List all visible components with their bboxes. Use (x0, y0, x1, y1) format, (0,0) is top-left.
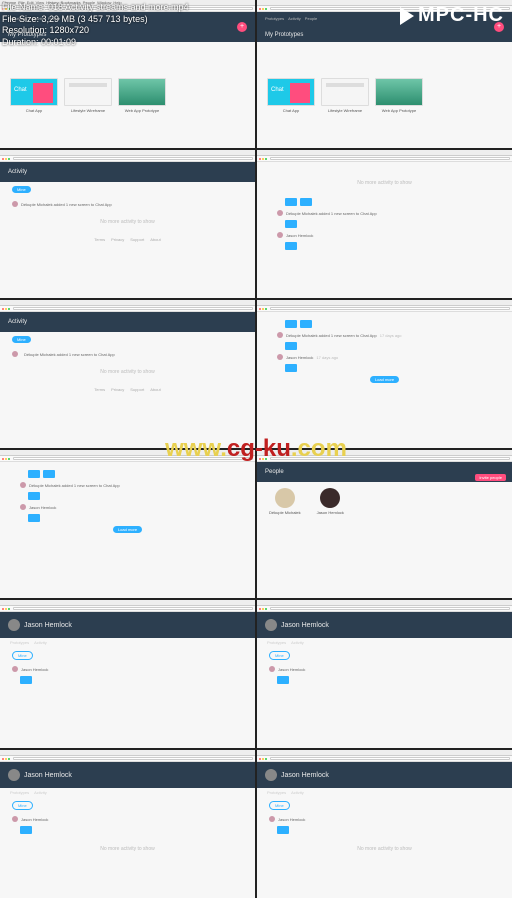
avatar-icon (12, 201, 18, 207)
avatar-icon (320, 488, 340, 508)
avatar-icon (275, 488, 295, 508)
prototype-card[interactable]: Lifestyle Wireframe (64, 78, 112, 113)
profile-name: Jason Hemlock (281, 622, 329, 629)
overlay-filesize: File Size: 3,29 MB (3 457 713 bytes) (2, 14, 189, 26)
thumb-profile-1[interactable]: Jason Hemlock Prototypes Activity Mine J… (0, 600, 255, 748)
avatar-icon (8, 769, 20, 781)
overlay-resolution: Resolution: 1280x720 (2, 25, 189, 37)
avatar-icon (8, 619, 20, 631)
thumb-profile-3[interactable]: Jason Hemlock Prototypes Activity Mine J… (0, 750, 255, 898)
thumb-activity-1[interactable]: Activity Mine Dékuple Michałek added 1 n… (0, 150, 255, 298)
overlay-filename: File Name: 018 Activity streams and more… (2, 2, 189, 14)
overlay-duration: Duration: 00:01:09 (2, 37, 189, 49)
play-icon (400, 7, 414, 25)
thumbnail-grid: Chrome File Edit View History Bookmarks … (0, 0, 512, 898)
thumb-activity-3[interactable]: Activity Mine Dékuple Michałek added 1 n… (0, 300, 255, 448)
avatar-icon (265, 619, 277, 631)
person-card[interactable]: Jason Hemlock (317, 488, 344, 515)
prototypes-row: Chat Chat App Lifestyle Wireframe Web Ap… (0, 42, 255, 148)
video-overlay-info: File Name: 018 Activity streams and more… (2, 2, 189, 49)
prototype-card[interactable]: Lifestyle Wireframe (321, 78, 369, 113)
player-logo: MPC-HC (400, 4, 504, 27)
prototype-card[interactable]: Web App Prototype (375, 78, 423, 113)
prototype-card[interactable]: Chat Chat App (267, 78, 315, 113)
load-more-button[interactable]: Load more (370, 376, 399, 383)
activity-text: Dékuple Michałek added 1 new screen to C… (21, 202, 112, 207)
empty-state: No more activity to show (12, 219, 243, 225)
prototype-thumbnail: Chat (10, 78, 58, 106)
thumb-activity-2[interactable]: No more activity to show Dékuple Michałe… (257, 150, 512, 298)
filter-button[interactable]: Mine (12, 336, 31, 343)
player-logo-text: MPC-HC (418, 4, 504, 27)
prototype-card[interactable]: Web App Prototype (118, 78, 166, 113)
invite-button[interactable]: Invite people (475, 474, 506, 481)
thumb-activity-5[interactable]: Dékuple Michałek added 1 new screen to C… (0, 450, 255, 598)
add-prototype-button[interactable]: + (237, 22, 247, 32)
filter-button[interactable]: Mine (12, 186, 31, 193)
person-card[interactable]: Dékuple Michałek (269, 488, 301, 515)
avatar-icon (265, 769, 277, 781)
thumb-profile-2[interactable]: Jason Hemlock Prototypes Activity Mine J… (257, 600, 512, 748)
thumb-people[interactable]: People Invite people Dékuple Michałek Ja… (257, 450, 512, 598)
profile-name: Jason Hemlock (281, 772, 329, 779)
profile-name: Jason Hemlock (24, 772, 72, 779)
page-title: Activity (0, 162, 255, 182)
profile-name: Jason Hemlock (24, 622, 72, 629)
page-title: My Prototypes (265, 32, 504, 38)
filter-button[interactable]: Mine (12, 651, 33, 660)
page-title: People (265, 469, 284, 475)
thumb-profile-4[interactable]: Jason Hemlock Prototypes Activity Mine J… (257, 750, 512, 898)
thumb-activity-4[interactable]: Dékuple Michałek added 1 new screen to C… (257, 300, 512, 448)
prototype-thumbnail (118, 78, 166, 106)
prototype-thumbnail (64, 78, 112, 106)
prototype-card[interactable]: Chat Chat App (10, 78, 58, 113)
